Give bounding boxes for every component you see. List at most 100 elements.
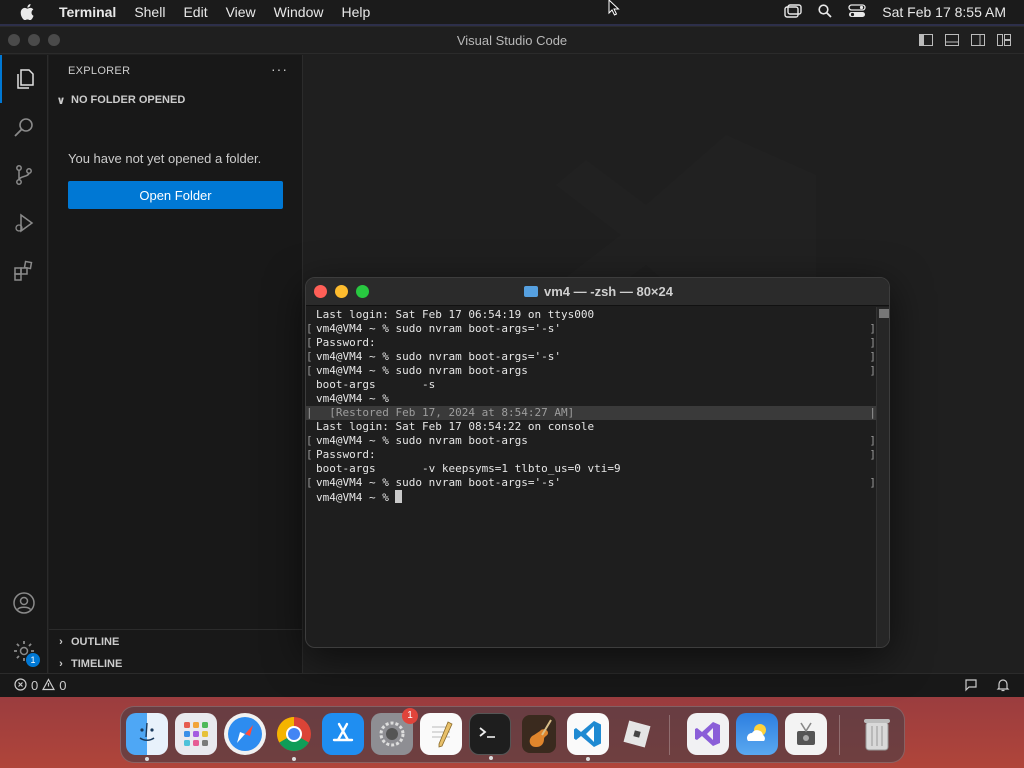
dock-app-store[interactable]: [322, 713, 364, 755]
vscode-minimize-button[interactable]: [28, 34, 40, 46]
vscode-titlebar: Visual Studio Code: [0, 27, 1024, 54]
dock-chrome[interactable]: [273, 713, 315, 761]
menu-shell[interactable]: Shell: [125, 0, 174, 24]
terminal-window: vm4 — -zsh — 80×24 Last login: Sat Feb 1…: [305, 277, 890, 648]
warning-count: 0: [59, 678, 67, 693]
accounts-icon[interactable]: [0, 579, 48, 627]
menu-app-name[interactable]: Terminal: [50, 0, 125, 24]
toggle-secondary-sidebar-icon[interactable]: [970, 32, 986, 48]
open-folder-button[interactable]: Open Folder: [68, 181, 283, 209]
toggle-primary-sidebar-icon[interactable]: [918, 32, 934, 48]
run-and-debug-icon[interactable]: [0, 199, 48, 247]
dock-separator: [839, 715, 840, 755]
terminal-line: boot-args -v keepsyms=1 tlbto_us=0 vti=9: [316, 462, 621, 475]
status-bar: 0 0: [0, 673, 1024, 697]
terminal-line: [vm4@VM4 ~ % sudo nvram boot-args='-s']: [306, 476, 876, 489]
terminal-titlebar: vm4 — -zsh — 80×24: [306, 278, 889, 306]
chevron-right-icon: ›: [59, 658, 63, 670]
restored-session-banner: | [Restored Feb 17, 2024 at 8:54:27 AM] |: [306, 406, 876, 420]
customize-layout-icon[interactable]: [996, 32, 1012, 48]
error-icon: [14, 677, 27, 694]
running-indicator: [489, 756, 493, 760]
manage-gear-icon[interactable]: 1: [0, 627, 48, 675]
terminal-line: [Password:]: [306, 448, 876, 461]
terminal-line: [vm4@VM4 ~ % sudo nvram boot-args='-s']: [306, 322, 876, 335]
error-count: 0: [31, 678, 39, 693]
running-indicator: [145, 757, 149, 761]
terminal-output[interactable]: Last login: Sat Feb 17 06:54:19 on ttys0…: [306, 307, 876, 647]
dock-safari[interactable]: [224, 713, 266, 755]
dock-separator: [669, 715, 670, 755]
dock-finder[interactable]: [126, 713, 168, 761]
no-folder-message: You have not yet opened a folder.: [68, 151, 262, 166]
terminal-minimize-button[interactable]: [335, 285, 348, 298]
dock: 1: [120, 706, 905, 763]
screen-mirroring-icon[interactable]: [784, 3, 802, 21]
settings-update-badge: 1: [26, 653, 40, 667]
terminal-line: [vm4@VM4 ~ % sudo nvram boot-args='-s']: [306, 350, 876, 363]
outline-section-header[interactable]: › OUTLINE: [53, 631, 301, 653]
dock-textedit[interactable]: [420, 713, 462, 755]
outline-section-label: OUTLINE: [71, 636, 120, 648]
vscode-zoom-button[interactable]: [48, 34, 60, 46]
dock-system-settings[interactable]: 1: [371, 708, 418, 755]
extensions-icon[interactable]: [0, 247, 48, 295]
no-folder-section-header[interactable]: ∨ NO FOLDER OPENED: [53, 89, 301, 111]
menu-help[interactable]: Help: [332, 0, 379, 24]
terminal-zoom-button[interactable]: [356, 285, 369, 298]
terminal-line: Last login: Sat Feb 17 06:54:19 on ttys0…: [316, 308, 595, 321]
dock-terminal[interactable]: [469, 713, 511, 760]
mouse-pointer-icon: [608, 0, 620, 21]
sidebar-divider: [49, 629, 303, 630]
vscode-window-title: Visual Studio Code: [456, 32, 568, 48]
dock-weather[interactable]: [736, 713, 778, 755]
apple-menu-icon[interactable]: [16, 0, 38, 24]
menu-clock[interactable]: Sat Feb 17 8:55 AM: [882, 4, 1006, 20]
dock-roblox[interactable]: [616, 713, 658, 755]
more-actions-icon[interactable]: ···: [271, 61, 288, 77]
dock-visual-studio-code[interactable]: [567, 713, 609, 761]
terminal-line: boot-args -s: [316, 378, 436, 391]
source-control-icon[interactable]: [0, 151, 48, 199]
menu-window[interactable]: Window: [265, 0, 333, 24]
vscode-window-controls: [8, 34, 60, 46]
terminal-line: Last login: Sat Feb 17 08:54:22 on conso…: [316, 420, 595, 433]
explorer-icon[interactable]: [0, 55, 48, 103]
dock-trash[interactable]: [856, 713, 898, 755]
scrollbar-thumb[interactable]: [878, 309, 889, 318]
menu-view[interactable]: View: [217, 0, 265, 24]
control-center-icon[interactable]: [848, 3, 866, 21]
dock-launchpad[interactable]: [175, 713, 217, 755]
terminal-window-controls: [314, 285, 369, 298]
timeline-section-label: TIMELINE: [71, 658, 123, 670]
terminal-scrollbar[interactable]: [876, 307, 889, 647]
warning-icon: [42, 677, 56, 694]
running-indicator: [586, 757, 590, 761]
terminal-cursor: [395, 490, 403, 503]
sidebar-title: EXPLORER: [68, 65, 131, 77]
menu-bar: Terminal Shell Edit View Window Help Sat…: [0, 0, 1024, 24]
terminal-close-button[interactable]: [314, 285, 327, 298]
folder-icon: [524, 286, 538, 297]
notification-badge: 1: [402, 708, 418, 724]
timeline-section-header[interactable]: › TIMELINE: [53, 653, 301, 675]
search-icon[interactable]: [0, 103, 48, 151]
chevron-right-icon: ›: [59, 636, 63, 648]
dock-visual-studio[interactable]: [687, 713, 729, 755]
dock-garageband[interactable]: [518, 713, 560, 755]
terminal-line: vm4@VM4 ~ %: [316, 392, 396, 405]
notifications-bell-icon[interactable]: [996, 678, 1010, 695]
menu-edit[interactable]: Edit: [174, 0, 216, 24]
no-folder-section-label: NO FOLDER OPENED: [71, 94, 186, 106]
terminal-line: [vm4@VM4 ~ % sudo nvram boot-args]: [306, 434, 876, 447]
spotlight-search-icon[interactable]: [818, 3, 832, 21]
terminal-title: vm4 — -zsh — 80×24: [544, 284, 673, 299]
explorer-sidebar: EXPLORER ··· ∨ NO FOLDER OPENED You have…: [49, 55, 303, 681]
terminal-prompt-line: vm4@VM4 ~ %: [306, 490, 876, 504]
dock-disk-utility[interactable]: [785, 713, 827, 755]
feedback-icon[interactable]: [964, 678, 978, 695]
vscode-close-button[interactable]: [8, 34, 20, 46]
problems-indicator[interactable]: 0 0: [14, 677, 67, 694]
running-indicator: [292, 757, 296, 761]
toggle-panel-icon[interactable]: [944, 32, 960, 48]
